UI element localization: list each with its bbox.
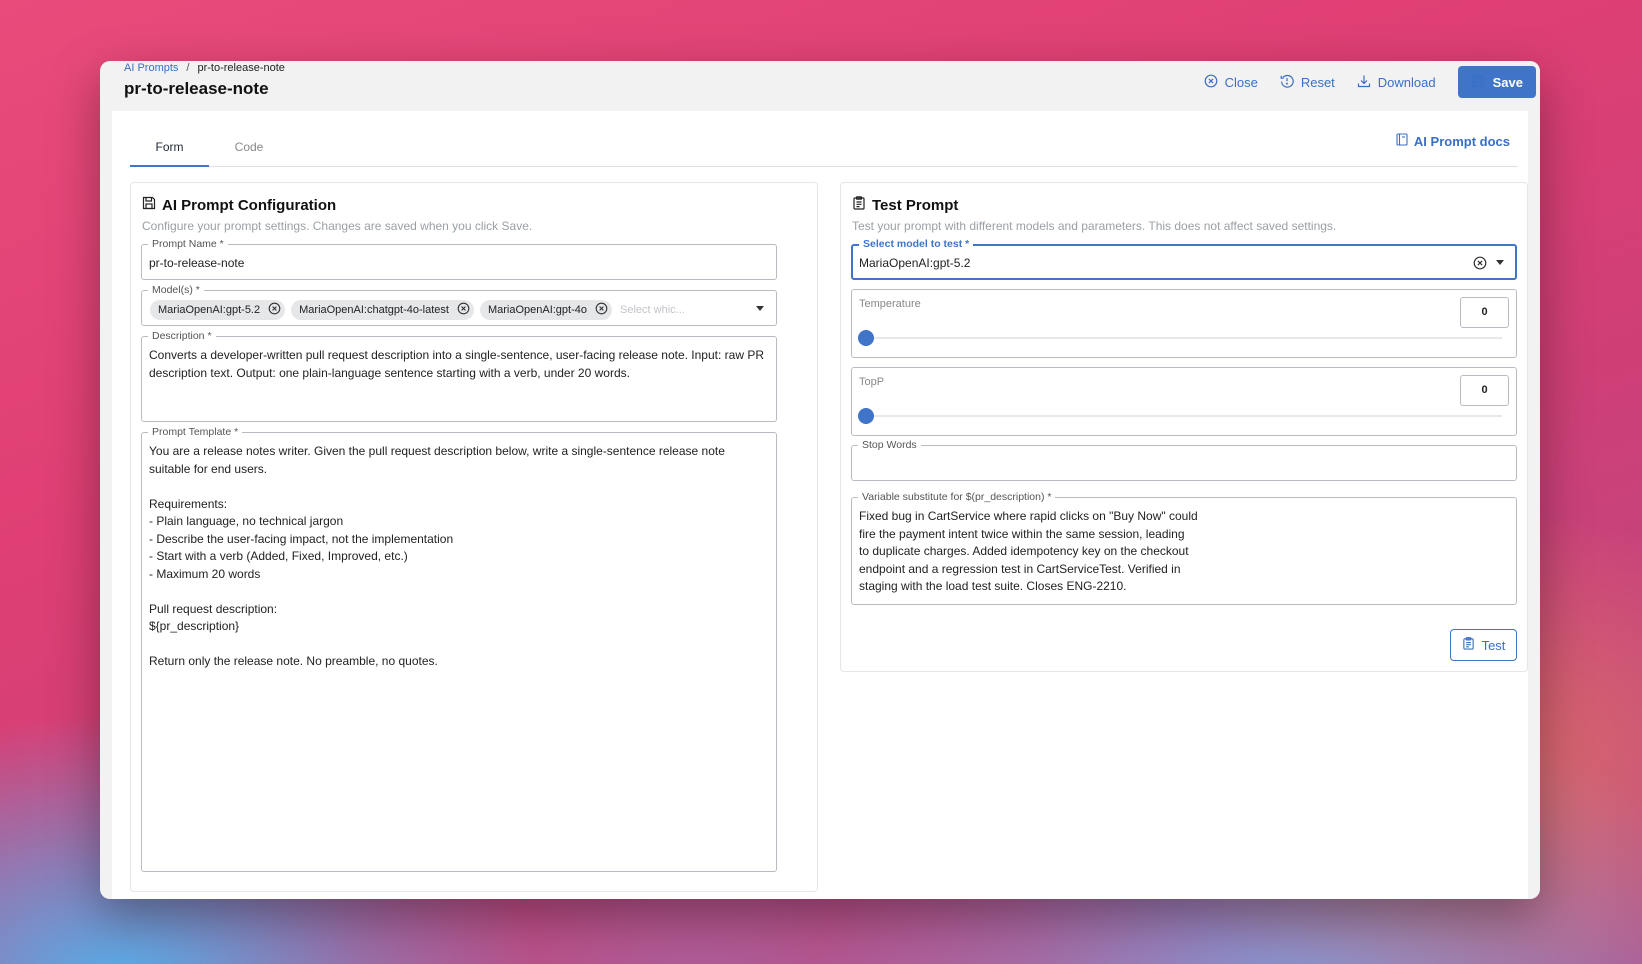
variable-substitute-value: Fixed bug in CartService where rapid cli… — [859, 509, 1198, 593]
test-title: Test Prompt — [852, 196, 958, 214]
reset-label: Reset — [1300, 74, 1335, 90]
breadcrumb-root-link[interactable]: AI Prompts — [124, 62, 178, 74]
model-chip: MariaOpenAI:gpt-4o — [479, 300, 612, 320]
temperature-control: Temperature 0 — [851, 289, 1517, 358]
test-subtitle: Test your prompt with different models a… — [852, 219, 1337, 233]
header-actions: Close Reset Download Save — [1204, 66, 1536, 98]
reset-icon — [1280, 74, 1294, 91]
model-chip-label: MariaOpenAI:gpt-4o — [487, 304, 587, 316]
model-chip-label: MariaOpenAI:chatgpt-4o-latest — [299, 304, 449, 316]
download-button[interactable]: Download — [1357, 74, 1436, 91]
tab-form[interactable]: Form — [130, 131, 209, 167]
variable-substitute-label: Variable substitute for $(pr_description… — [858, 491, 1056, 503]
description-field[interactable]: Description * Converts a developer-writt… — [141, 330, 777, 422]
clear-icon[interactable] — [1473, 256, 1487, 275]
topp-control: TopP 0 — [851, 367, 1517, 436]
topp-slider-track[interactable] — [866, 415, 1502, 417]
close-button[interactable]: Close — [1204, 74, 1258, 91]
save-button[interactable]: Save — [1457, 66, 1536, 98]
close-circle-icon — [1204, 74, 1218, 91]
test-button-label: Test — [1481, 637, 1506, 653]
model-chip-label: MariaOpenAI:gpt-5.2 — [158, 304, 261, 316]
models-select[interactable]: Model(s) * MariaOpenAI:gpt-5.2 MariaOpen… — [141, 284, 777, 326]
breadcrumb-current: pr-to-release-note — [197, 62, 285, 74]
model-to-test-label: Select model to test * — [859, 238, 974, 250]
temperature-slider-track[interactable] — [866, 337, 1502, 339]
prompt-template-label: Prompt Template * — [148, 426, 243, 438]
prompt-name-label: Prompt Name * — [148, 238, 228, 250]
temperature-label: Temperature — [859, 298, 921, 310]
prompt-template-value: You are a release notes writer. Given th… — [149, 444, 725, 668]
clipboard-icon — [1462, 637, 1475, 653]
description-label: Description * — [148, 330, 216, 342]
config-title: AI Prompt Configuration — [142, 196, 336, 214]
model-chip: MariaOpenAI:gpt-5.2 — [150, 300, 286, 320]
test-prompt-card: Test Prompt Test your prompt with differ… — [840, 182, 1528, 672]
models-placeholder: Select whic... — [620, 304, 685, 316]
stop-words-label: Stop Words — [858, 439, 921, 451]
save-label: Save — [1492, 74, 1523, 90]
prompt-name-value: pr-to-release-note — [149, 256, 245, 270]
ai-prompt-docs-link[interactable]: AI Prompt docs — [1396, 133, 1510, 149]
docs-link-label: AI Prompt docs — [1413, 133, 1510, 149]
config-subtitle: Configure your prompt settings. Changes … — [142, 219, 533, 233]
tab-bar: Form Code — [130, 131, 1518, 167]
test-button[interactable]: Test — [1450, 629, 1517, 661]
temperature-slider-thumb[interactable] — [858, 330, 874, 346]
page-title: pr-to-release-note — [124, 79, 269, 98]
variable-substitute-field[interactable]: Variable substitute for $(pr_description… — [851, 491, 1517, 605]
tab-code[interactable]: Code — [209, 131, 289, 167]
model-to-test-value: MariaOpenAI:gpt-5.2 — [859, 256, 971, 270]
chip-remove-icon[interactable] — [457, 302, 470, 318]
download-icon — [1357, 74, 1371, 91]
download-label: Download — [1377, 74, 1436, 90]
main-content: Form Code AI Prompt docs AI Prompt Confi… — [112, 111, 1528, 899]
temperature-input[interactable]: 0 — [1460, 297, 1509, 328]
breadcrumb: AI Prompts / pr-to-release-note — [124, 62, 285, 74]
chevron-down-icon[interactable] — [1496, 260, 1504, 265]
close-label: Close — [1224, 74, 1258, 90]
prompt-name-field[interactable]: Prompt Name * pr-to-release-note — [141, 238, 777, 280]
description-value: Converts a developer-written pull reques… — [149, 348, 768, 380]
model-chips: MariaOpenAI:gpt-5.2 MariaOpenAI:chatgpt-… — [150, 300, 685, 320]
reset-button[interactable]: Reset — [1280, 74, 1335, 91]
model-to-test-select[interactable]: Select model to test * MariaOpenAI:gpt-5… — [851, 238, 1517, 280]
model-chip: MariaOpenAI:chatgpt-4o-latest — [291, 300, 474, 320]
prompt-template-field[interactable]: Prompt Template * You are a release note… — [141, 426, 777, 872]
header: AI Prompts / pr-to-release-note pr-to-re… — [100, 61, 1540, 111]
save-icon — [1471, 74, 1485, 91]
topp-input[interactable]: 0 — [1460, 375, 1509, 406]
config-title-text: AI Prompt Configuration — [162, 196, 337, 214]
chip-remove-icon[interactable] — [268, 302, 281, 318]
models-label: Model(s) * — [148, 284, 204, 296]
topp-label: TopP — [859, 376, 885, 388]
clipboard-icon — [852, 196, 866, 214]
chevron-down-icon[interactable] — [756, 306, 764, 311]
topp-slider-thumb[interactable] — [858, 408, 874, 424]
chip-remove-icon[interactable] — [595, 302, 608, 318]
app-window: AI Prompts / pr-to-release-note pr-to-re… — [100, 61, 1540, 899]
stop-words-field[interactable]: Stop Words — [851, 439, 1517, 481]
prompt-config-card: AI Prompt Configuration Configure your p… — [130, 182, 818, 892]
test-title-text: Test Prompt — [872, 196, 959, 214]
book-icon — [1396, 133, 1408, 149]
floppy-icon — [142, 196, 156, 214]
breadcrumb-separator: / — [186, 62, 190, 74]
